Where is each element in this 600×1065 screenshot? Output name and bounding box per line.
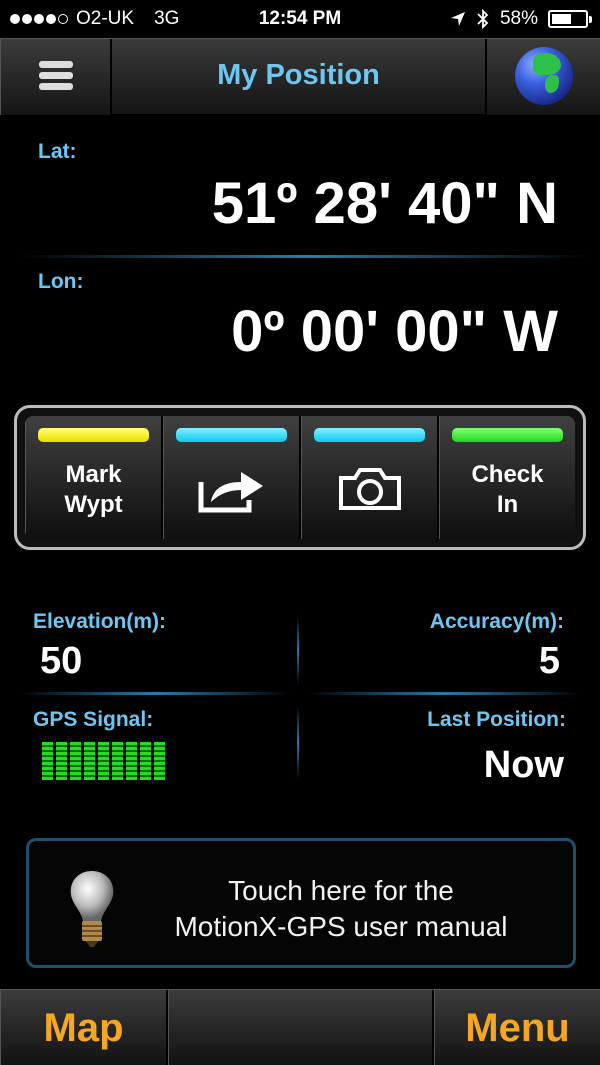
check-in-button[interactable]: Check In [439,416,575,539]
check-in-label-1: Check [471,461,544,488]
signal-bar [112,742,123,780]
divider [308,692,580,695]
accuracy-label: Accuracy(m): [429,610,564,633]
map-button[interactable]: Map [0,990,168,1065]
status-led [38,428,149,442]
signal-bar [70,742,81,780]
camera-button[interactable] [301,416,439,539]
gps-signal-label: GPS Signal: [33,708,154,731]
signal-bar [56,742,67,780]
last-position-value: Now [483,744,564,786]
camera-icon [338,468,401,510]
divider [20,692,290,695]
header-bar: My Position [0,38,600,115]
divider [297,615,299,685]
mark-waypoint-label-2: Wypt [64,491,123,518]
accuracy-value: 5 [538,640,560,682]
divider [20,255,590,258]
gps-signal-meter [42,742,165,780]
status-led [452,428,563,442]
battery-icon [548,10,592,28]
signal-bar [154,742,165,780]
action-bar: Mark Wypt Check In [14,405,586,550]
mark-waypoint-label-1: Mark [65,461,122,488]
elevation-value: 50 [40,640,83,682]
location-arrow-icon [450,12,465,26]
globe-button[interactable] [485,39,600,115]
lon-value: 0º 00' 00" W [231,299,558,364]
bottom-toolbar: Map Menu [0,989,600,1065]
check-in-label-2: In [496,491,519,518]
battery-percent: 58% [499,8,538,29]
signal-bar [98,742,109,780]
bluetooth-icon [477,9,489,29]
toolbar-spacer [168,990,434,1065]
manual-text-line2: MotionX-GPS user manual [174,911,508,942]
manual-text-line1: Touch here for the [228,875,454,906]
divider [297,705,299,780]
menu-button[interactable] [0,39,112,115]
status-led [314,428,425,442]
signal-bar [126,742,137,780]
status-led [176,428,287,442]
elevation-label: Elevation(m): [33,610,167,633]
signal-bar [84,742,95,780]
lat-value: 51º 28' 40" N [211,171,558,236]
status-bar: O2-UK 3G 12:54 PM 58% [0,0,600,38]
hamburger-icon [39,61,73,94]
globe-icon [515,47,573,105]
lightbulb-icon [70,871,114,947]
page-title: My Position [217,59,380,91]
last-position-label: Last Position: [427,708,566,731]
share-icon [198,472,263,513]
signal-bar [140,742,151,780]
user-manual-banner[interactable]: Touch here for the MotionX-GPS user manu… [26,838,576,968]
lat-label: Lat: [38,140,77,163]
signal-bar [42,742,53,780]
mark-waypoint-button[interactable]: Mark Wypt [25,416,163,539]
lon-label: Lon: [38,270,84,293]
share-button[interactable] [163,416,301,539]
menu-toolbar-button[interactable]: Menu [434,990,600,1065]
